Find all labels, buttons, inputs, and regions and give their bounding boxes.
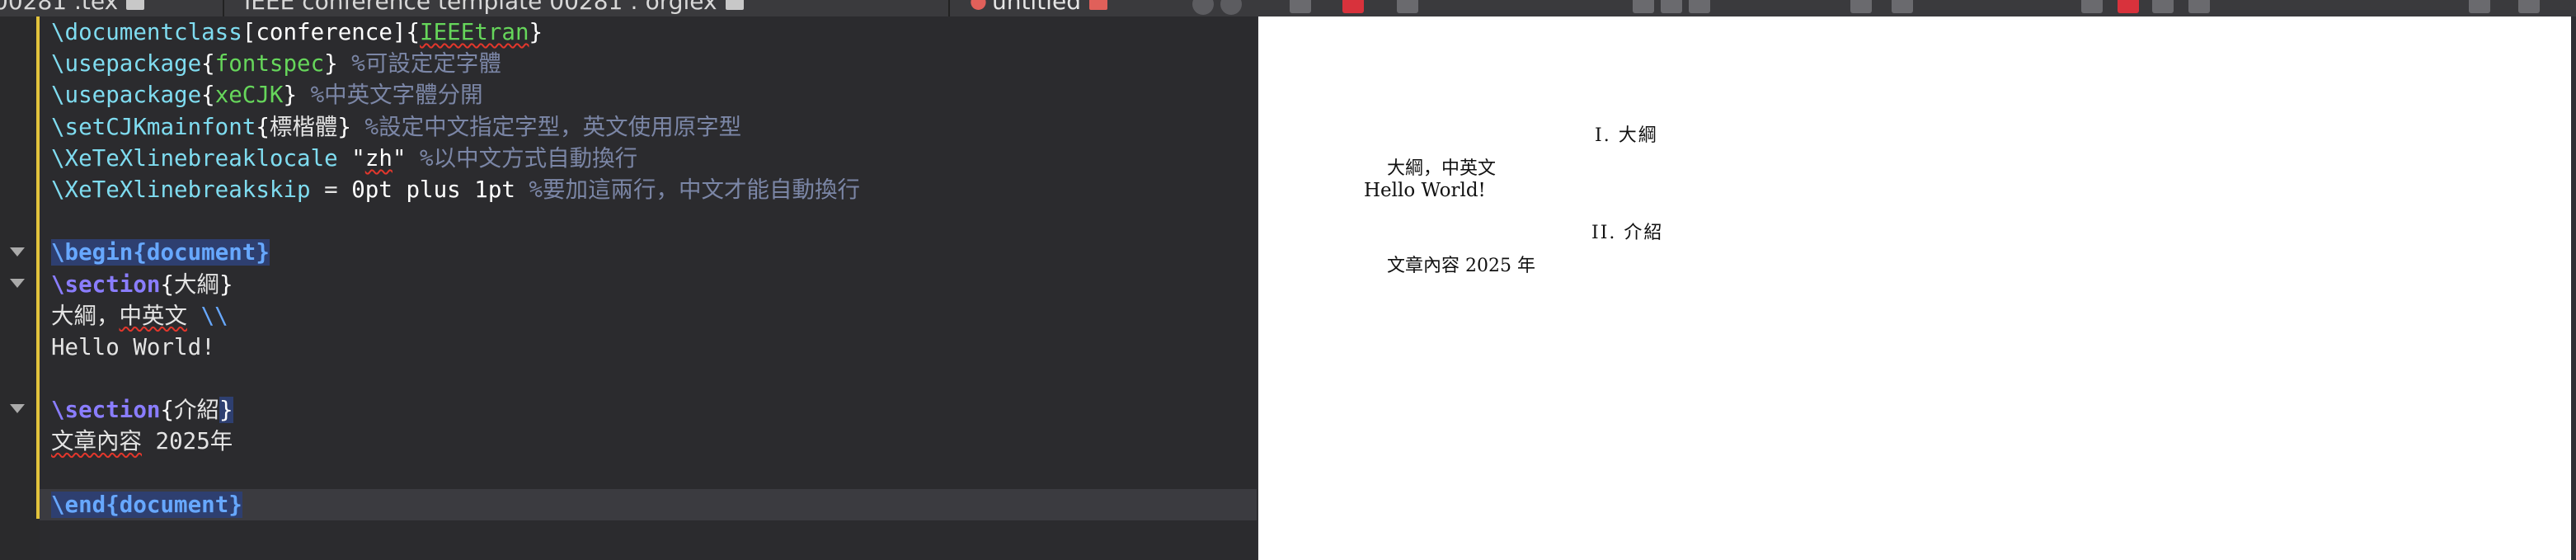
tab-00281-tex[interactable]: 00281 .tex	[0, 0, 145, 15]
code-line: \XeTeXlinebreaklocale "zh" %以中文方式自動換行	[51, 144, 638, 172]
window-control-icon[interactable]	[1220, 0, 1242, 15]
toolbar-icon[interactable]	[1633, 0, 1654, 13]
section-heading: I. 大綱	[1595, 120, 1658, 147]
close-icon[interactable]	[1088, 0, 1107, 10]
code-line: \XeTeXlinebreakskip = 0pt plus 1pt %要加這兩…	[51, 176, 861, 203]
code-line: 大綱，中英文 \\	[51, 302, 228, 329]
tab-divider	[948, 0, 950, 16]
toolbar-icon[interactable]	[1290, 0, 1311, 13]
tab-label: 00281 .tex	[0, 0, 119, 15]
close-icon[interactable]	[725, 0, 744, 10]
line-gutter	[0, 16, 40, 560]
toolbar-icon[interactable]	[1397, 0, 1418, 13]
code-line: \usepackage{xeCJK} %中英文字體分開	[51, 82, 483, 109]
body-text: 文章內容 2025 年	[1387, 256, 1535, 276]
section-number: II.	[1591, 223, 1617, 243]
toolbar-icon[interactable]	[2118, 0, 2139, 13]
modified-lines-marker	[36, 16, 40, 519]
pdf-preview-pane: I. 大綱 大綱，中英文 Hello World! II. 介紹 文章內容 20…	[1257, 0, 2576, 560]
tab-label: untitled	[991, 0, 1081, 15]
section-heading: II. 介紹	[1591, 218, 1663, 244]
tab-divider	[223, 0, 224, 16]
code-line: \section{大綱}	[51, 271, 233, 298]
body-text: Hello World!	[1364, 180, 1486, 201]
window-control-icon[interactable]	[1192, 0, 1214, 15]
modified-icon: ●	[970, 0, 987, 12]
toolbar-icon[interactable]	[2152, 0, 2174, 13]
toolbar-icon[interactable]	[1892, 0, 1913, 13]
code-lines: \documentclass[conference]{IEEEtran} \us…	[51, 16, 860, 520]
tab-label: IEEE conference template 00281 : orglex	[244, 0, 717, 15]
code-line: \begin{document}	[51, 239, 270, 266]
toolbar-icon[interactable]	[1689, 0, 1710, 13]
code-line: \end{document}	[51, 491, 242, 518]
close-icon[interactable]	[126, 0, 145, 10]
toolbar-icon[interactable]	[2188, 0, 2210, 13]
code-editor[interactable]: \documentclass[conference]{IEEEtran} \us…	[0, 16, 1257, 560]
sync-icon[interactable]	[1342, 0, 1364, 13]
code-line: \setCJKmainfont{標楷體} %設定中文指定字型，英文使用原字型	[51, 113, 742, 140]
body-text: 大綱，中英文	[1387, 158, 1497, 179]
preview-toolbar	[1257, 0, 2576, 16]
code-line: \documentclass[conference]{IEEEtran}	[51, 19, 543, 45]
tab-untitled[interactable]: ● untitled	[970, 0, 1107, 15]
toolbar-icon[interactable]	[1850, 0, 1872, 13]
section-title: 介紹	[1624, 223, 1664, 243]
toolbar-icon[interactable]	[1661, 0, 1682, 13]
toolbar-icon[interactable]	[2518, 0, 2540, 13]
fold-arrow-icon[interactable]	[10, 279, 25, 288]
section-number: I.	[1595, 125, 1611, 146]
tab-ieee-template[interactable]: IEEE conference template 00281 : orglex	[244, 0, 744, 15]
code-line: Hello World!	[51, 333, 215, 360]
fold-arrow-icon[interactable]	[10, 247, 25, 256]
fold-arrow-icon[interactable]	[10, 404, 25, 413]
section-title: 大綱	[1618, 125, 1658, 146]
tab-bar: 00281 .tex IEEE conference template 0028…	[0, 0, 1257, 16]
code-line: 文章內容 2025年	[51, 428, 233, 455]
code-line: \section{介紹}	[51, 397, 233, 424]
toolbar-icon[interactable]	[2469, 0, 2490, 13]
code-line: \usepackage{fontspec} %可設定定字體	[51, 50, 501, 78]
pdf-page: I. 大綱 大綱，中英文 Hello World! II. 介紹 文章內容 20…	[1258, 16, 2571, 560]
toolbar-icon[interactable]	[2081, 0, 2103, 13]
